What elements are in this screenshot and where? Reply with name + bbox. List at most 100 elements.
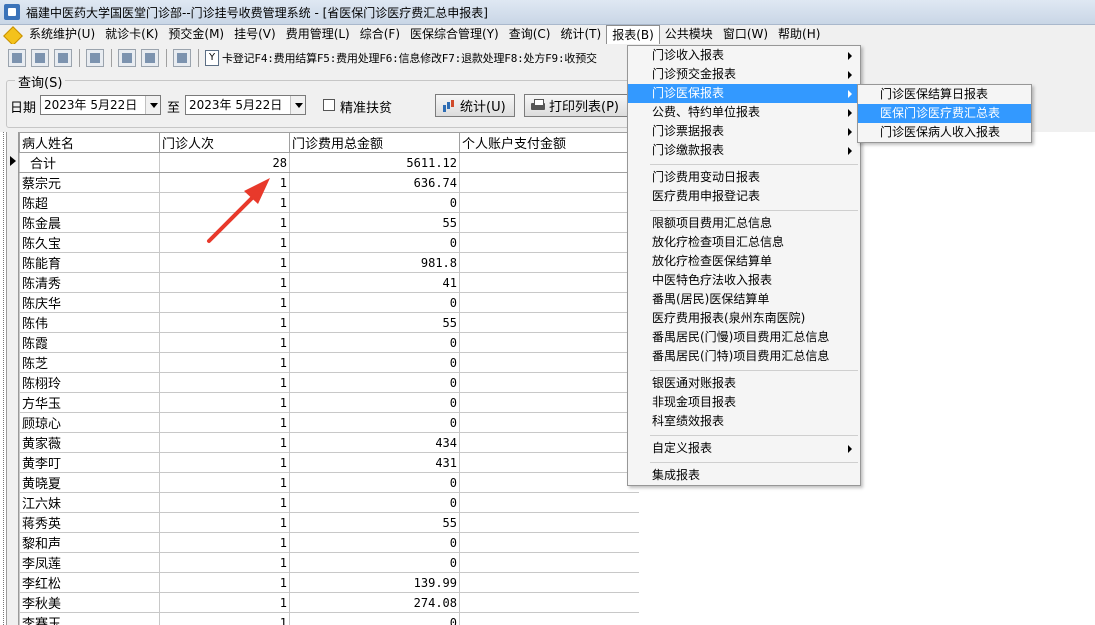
cell-account-payment[interactable]	[459, 252, 639, 273]
table-row[interactable]: 黄晓夏 1 0	[19, 472, 639, 493]
cell-total-amount[interactable]: 0	[289, 532, 460, 553]
table-row[interactable]: 黄家薇 1 434	[19, 432, 639, 453]
cell-patient-name[interactable]: 陈能育	[19, 252, 160, 273]
cell-total-amount[interactable]: 431	[289, 452, 460, 473]
cell-visits[interactable]: 1	[159, 292, 290, 313]
cell-account-payment[interactable]	[459, 532, 639, 553]
table-row[interactable]: 黎和声 1 0	[19, 532, 639, 553]
cell-patient-name[interactable]: 黄家薇	[19, 432, 160, 453]
menu-item[interactable]: 医疗费用申报登记表	[628, 187, 860, 206]
menu-register[interactable]: 挂号(V)	[229, 25, 281, 44]
cell-account-payment[interactable]	[459, 392, 639, 413]
cell-total-amount[interactable]: 0	[289, 492, 460, 513]
calendar-icon[interactable]	[141, 49, 159, 67]
menu-card[interactable]: 就诊卡(K)	[100, 25, 163, 44]
cell-visits[interactable]: 1	[159, 432, 290, 453]
table-row[interactable]: 陈超 1 0	[19, 192, 639, 213]
image-icon[interactable]	[173, 49, 191, 67]
cell-patient-name[interactable]: 李红松	[19, 572, 160, 593]
cell-patient-name[interactable]: 陈金晨	[19, 212, 160, 233]
date-from-picker[interactable]: 2023年 5月22日	[40, 95, 161, 115]
table-row[interactable]: 顾琼心 1 0	[19, 412, 639, 433]
table-row[interactable]: 蒋秀英 1 55	[19, 512, 639, 533]
cell-account-payment[interactable]	[459, 512, 639, 533]
cell-total-amount[interactable]: 0	[289, 412, 460, 433]
cell-account-payment[interactable]	[459, 372, 639, 393]
table-row[interactable]: 李秋美 1 274.08	[19, 592, 639, 613]
cell-total-amount[interactable]: 0	[289, 392, 460, 413]
cell-patient-name[interactable]: 李赛玉	[19, 612, 160, 625]
cell-account-payment[interactable]	[459, 452, 639, 473]
cell-total-amount[interactable]: 0	[289, 552, 460, 573]
date-to-picker[interactable]: 2023年 5月22日	[185, 95, 306, 115]
cell-total-amount[interactable]: 0	[289, 332, 460, 353]
cell-visits[interactable]: 1	[159, 252, 290, 273]
cell-visits[interactable]: 1	[159, 572, 290, 593]
cell-total-amount[interactable]: 0	[289, 472, 460, 493]
precise-poverty-checkbox[interactable]	[323, 99, 335, 111]
cell-total-amount[interactable]: 0	[289, 352, 460, 373]
cell-account-payment[interactable]	[459, 592, 639, 613]
cell-visits[interactable]: 1	[159, 272, 290, 293]
menu-item[interactable]: 门诊票据报表	[628, 122, 860, 141]
menu-item[interactable]: 医保门诊医疗费汇总表	[858, 104, 1031, 123]
cell-visits[interactable]: 1	[159, 532, 290, 553]
cell-visits[interactable]: 1	[159, 372, 290, 393]
col-account-payment[interactable]: 个人账户支付金额	[459, 132, 639, 153]
cell-account-payment[interactable]	[459, 352, 639, 373]
cell-total-amount[interactable]: 0	[289, 372, 460, 393]
data-grid[interactable]: 病人姓名 门诊人次 门诊费用总金额 个人账户支付金额 合计285611.1221…	[6, 132, 639, 625]
menu-item[interactable]: 门诊医保病人收入报表	[858, 123, 1031, 142]
cell-patient-name[interactable]: 顾琼心	[19, 412, 160, 433]
cell-account-payment[interactable]	[459, 472, 639, 493]
table-row-total[interactable]: 合计285611.12210	[19, 152, 639, 173]
cell-visits[interactable]: 1	[159, 192, 290, 213]
cell-patient-name[interactable]: 陈栩玲	[19, 372, 160, 393]
table-row[interactable]: 李凤莲 1 0	[19, 552, 639, 573]
cell-total-amount[interactable]: 636.74	[289, 172, 460, 193]
cell-visits[interactable]: 1	[159, 312, 290, 333]
cell-patient-name[interactable]: 江六妹	[19, 492, 160, 513]
cell-visits[interactable]: 1	[159, 612, 290, 625]
toolbar-btn-2[interactable]	[31, 49, 49, 67]
menu-stats[interactable]: 统计(T)	[555, 25, 606, 44]
menu-item[interactable]: 公费、特约单位报表	[628, 103, 860, 122]
toolbar-btn-3[interactable]	[54, 49, 72, 67]
menu-system[interactable]: 系统维护(U)	[24, 25, 100, 44]
table-row[interactable]: 方华玉 1 0	[19, 392, 639, 413]
cell-total-amount[interactable]: 55	[289, 512, 460, 533]
table-row[interactable]: 蔡宗元 1 636.74	[19, 172, 639, 193]
stat-button[interactable]: 统计(U)	[435, 94, 515, 117]
menu-item[interactable]: 自定义报表	[628, 439, 860, 458]
cell-total-amount[interactable]: 5611.12	[289, 152, 460, 173]
cell-visits[interactable]: 1	[159, 172, 290, 193]
cell-patient-name[interactable]: 合计	[19, 152, 160, 173]
cell-patient-name[interactable]: 陈霞	[19, 332, 160, 353]
menu-item[interactable]: 放化疗检查医保结算单	[628, 252, 860, 271]
chevron-down-icon[interactable]	[290, 96, 305, 114]
cell-visits[interactable]: 1	[159, 472, 290, 493]
menu-item[interactable]: 番禺居民(门慢)项目费用汇总信息	[628, 328, 860, 347]
table-row[interactable]: 黄李叮 1 431	[19, 452, 639, 473]
table-row[interactable]: 陈能育 1 981.8	[19, 252, 639, 273]
menu-fee[interactable]: 费用管理(L)	[281, 25, 355, 44]
book-icon[interactable]	[86, 49, 104, 67]
cell-total-amount[interactable]: 55	[289, 312, 460, 333]
cell-total-amount[interactable]: 139.99	[289, 572, 460, 593]
menu-item[interactable]: 银医通对账报表	[628, 374, 860, 393]
chevron-down-icon[interactable]	[145, 96, 160, 114]
cell-visits[interactable]: 1	[159, 552, 290, 573]
table-row[interactable]: 陈芝 1 0	[19, 352, 639, 373]
cell-visits[interactable]: 1	[159, 412, 290, 433]
table-row[interactable]: 陈伟 1 55	[19, 312, 639, 333]
cell-account-payment[interactable]	[459, 292, 639, 313]
cell-account-payment[interactable]	[459, 552, 639, 573]
cell-patient-name[interactable]: 陈伟	[19, 312, 160, 333]
menu-item[interactable]: 限额项目费用汇总信息	[628, 214, 860, 233]
menu-item[interactable]: 集成报表	[628, 466, 860, 485]
table-row[interactable]: 陈清秀14178	[19, 272, 639, 293]
menu-item[interactable]: 门诊预交金报表	[628, 65, 860, 84]
menu-item[interactable]: 科室绩效报表	[628, 412, 860, 431]
table-row[interactable]: 陈久宝 1 0	[19, 232, 639, 253]
menu-item[interactable]: 医疗费用报表(泉州东南医院)	[628, 309, 860, 328]
